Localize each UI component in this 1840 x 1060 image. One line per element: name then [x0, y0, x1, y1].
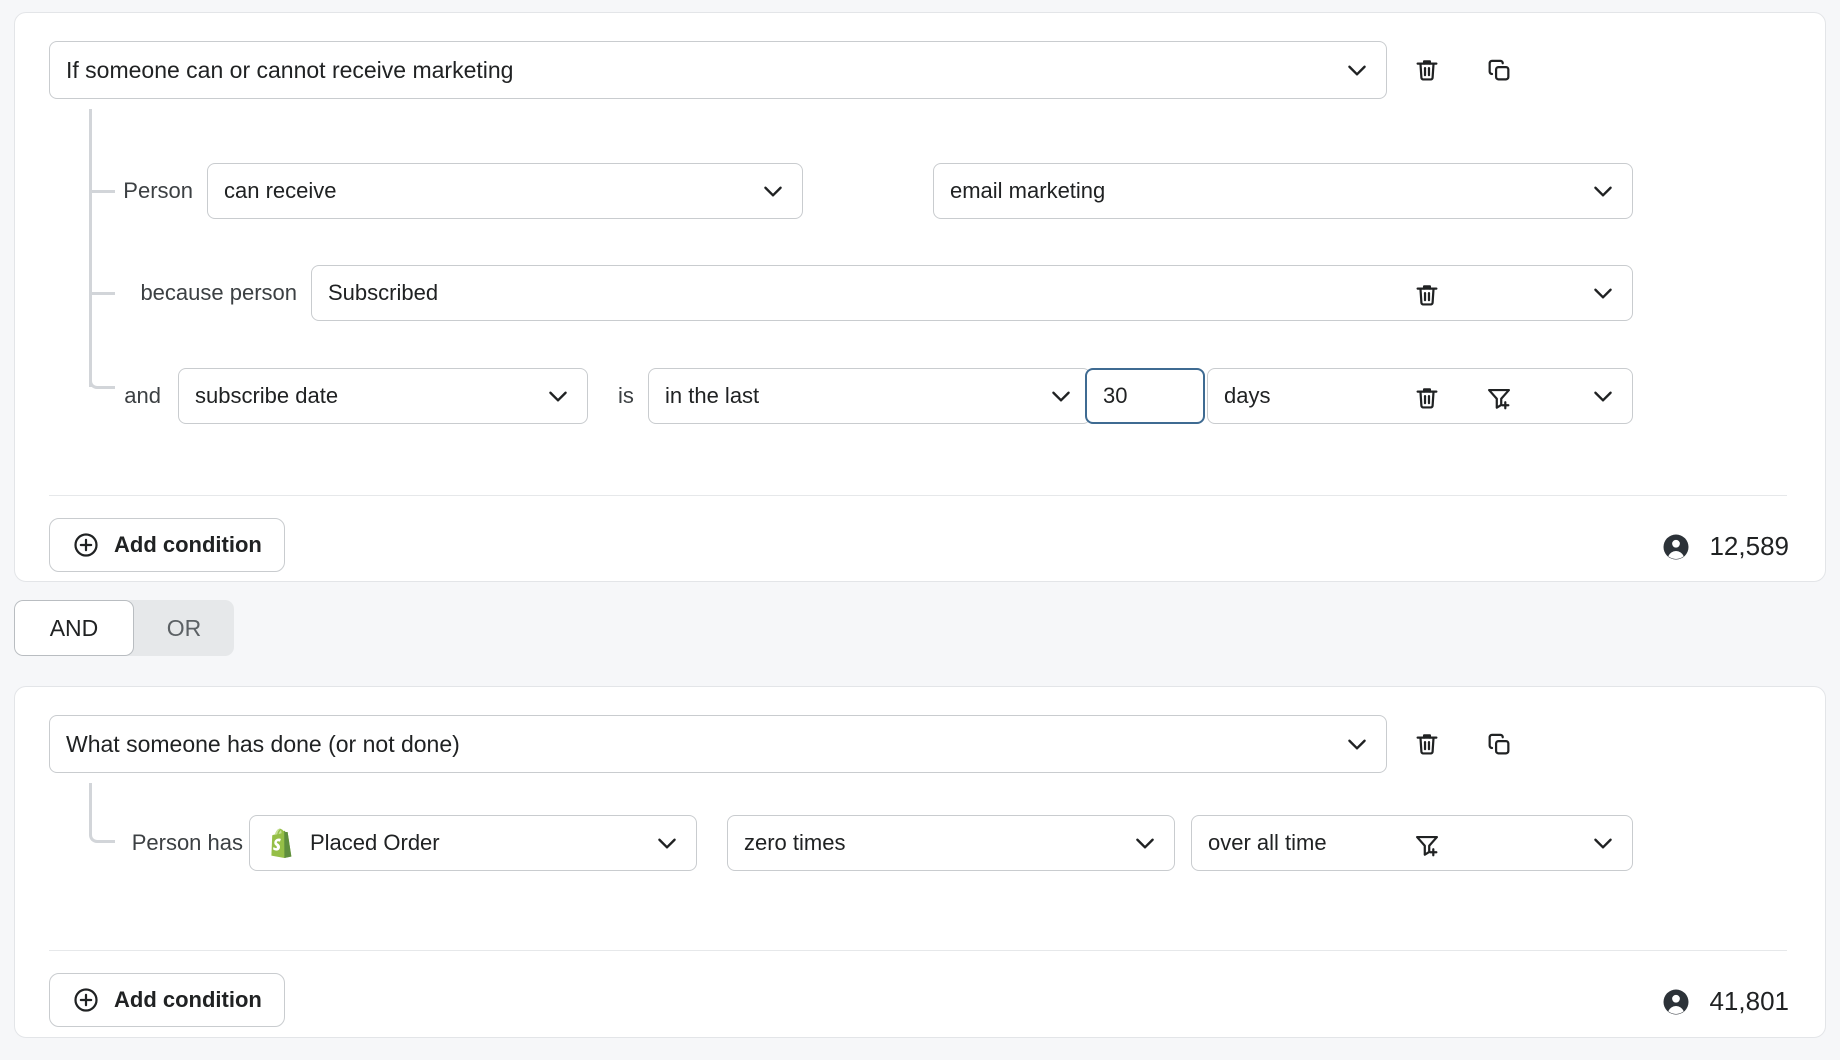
timeframe-value: over all time — [1208, 830, 1580, 856]
delete-row-because-person-button[interactable] — [1405, 273, 1449, 317]
date-operator-value: in the last — [665, 383, 1038, 409]
add-filter-row-subscribe-date-button[interactable] — [1477, 376, 1521, 420]
chevron-down-icon — [1344, 57, 1370, 83]
chevron-down-icon — [1048, 383, 1074, 409]
group-1-count-value: 12,589 — [1709, 531, 1789, 562]
condition-type-value-2: What someone has done (or not done) — [66, 731, 1334, 758]
consent-reason-value: Subscribed — [328, 280, 1580, 306]
trash-icon — [1413, 56, 1441, 84]
consent-operator-select[interactable]: can receive — [207, 163, 803, 219]
person-icon — [1661, 987, 1691, 1017]
row-label-person-has: Person has — [75, 815, 243, 871]
row-label-because-person: because person — [75, 265, 297, 321]
row-label-person-has-text: Person has — [132, 830, 243, 856]
consent-operator-value: can receive — [224, 178, 750, 204]
add-condition-group-1-label: Add condition — [114, 532, 262, 558]
frequency-value: zero times — [744, 830, 1122, 856]
row-midlabel-is-text: is — [618, 383, 634, 409]
chevron-down-icon — [654, 830, 680, 856]
trash-icon — [1413, 384, 1441, 412]
duplicate-condition-group-1-button[interactable] — [1477, 48, 1521, 92]
consent-channel-value: email marketing — [950, 178, 1580, 204]
add-condition-group-1-button[interactable]: Add condition — [49, 518, 285, 572]
add-condition-group-2-button[interactable]: Add condition — [49, 973, 285, 1027]
add-condition-group-2-label: Add condition — [114, 987, 262, 1013]
trash-icon — [1413, 730, 1441, 758]
duplicate-condition-group-2-button[interactable] — [1477, 722, 1521, 766]
copy-icon — [1485, 56, 1513, 84]
chevron-down-icon — [1344, 731, 1370, 757]
date-unit-value: days — [1224, 383, 1580, 409]
add-filter-row-placed-order-button[interactable] — [1405, 823, 1449, 867]
group-1-footer-divider — [49, 495, 1787, 496]
row-label-and-text: and — [124, 383, 161, 409]
metric-value: Placed Order — [310, 830, 644, 856]
chevron-down-icon — [545, 383, 571, 409]
group-1-member-count: 12,589 — [1661, 531, 1789, 562]
group-2-member-count: 41,801 — [1661, 986, 1789, 1017]
logic-option-or[interactable]: OR — [134, 600, 234, 656]
metric-select[interactable]: Placed Order — [249, 815, 697, 871]
group-2-count-value: 41,801 — [1709, 986, 1789, 1017]
condition-type-select-2[interactable]: What someone has done (or not done) — [49, 715, 1387, 773]
date-operator-select[interactable]: in the last — [648, 368, 1091, 424]
chevron-down-icon — [1590, 830, 1616, 856]
row-label-because-person-text: because person — [140, 280, 297, 306]
date-property-select[interactable]: subscribe date — [178, 368, 588, 424]
chevron-down-icon — [1590, 178, 1616, 204]
chevron-down-icon — [760, 178, 786, 204]
logic-option-and[interactable]: AND — [14, 600, 134, 656]
copy-icon — [1485, 730, 1513, 758]
delete-row-subscribe-date-button[interactable] — [1405, 376, 1449, 420]
row-label-and: and — [75, 368, 161, 424]
chevron-down-icon — [1590, 280, 1616, 306]
frequency-select[interactable]: zero times — [727, 815, 1175, 871]
plus-circle-icon — [72, 531, 100, 559]
chevron-down-icon — [1132, 830, 1158, 856]
plus-circle-icon — [72, 986, 100, 1014]
date-amount-input[interactable]: 30 — [1085, 368, 1205, 424]
person-icon — [1661, 532, 1691, 562]
condition-type-value-1: If someone can or cannot receive marketi… — [66, 57, 1334, 84]
row-label-person: Person — [75, 163, 193, 219]
condition-group-2: What someone has done (or not done) — [14, 686, 1826, 1038]
shopify-icon — [266, 827, 296, 859]
delete-condition-group-1-button[interactable] — [1405, 48, 1449, 92]
segment-builder: If someone can or cannot receive marketi… — [0, 0, 1840, 1060]
date-property-value: subscribe date — [195, 383, 535, 409]
and-or-toggle[interactable]: AND OR — [14, 600, 234, 656]
condition-group-1: If someone can or cannot receive marketi… — [14, 12, 1826, 582]
delete-condition-group-2-button[interactable] — [1405, 722, 1449, 766]
trash-icon — [1413, 281, 1441, 309]
date-amount-value: 30 — [1103, 383, 1187, 409]
add-filter-icon — [1485, 384, 1513, 412]
condition-type-select-1[interactable]: If someone can or cannot receive marketi… — [49, 41, 1387, 99]
add-filter-icon — [1413, 831, 1441, 859]
chevron-down-icon — [1590, 383, 1616, 409]
row-label-person-text: Person — [123, 178, 193, 204]
group-2-footer-divider — [49, 950, 1787, 951]
consent-channel-select[interactable]: email marketing — [933, 163, 1633, 219]
